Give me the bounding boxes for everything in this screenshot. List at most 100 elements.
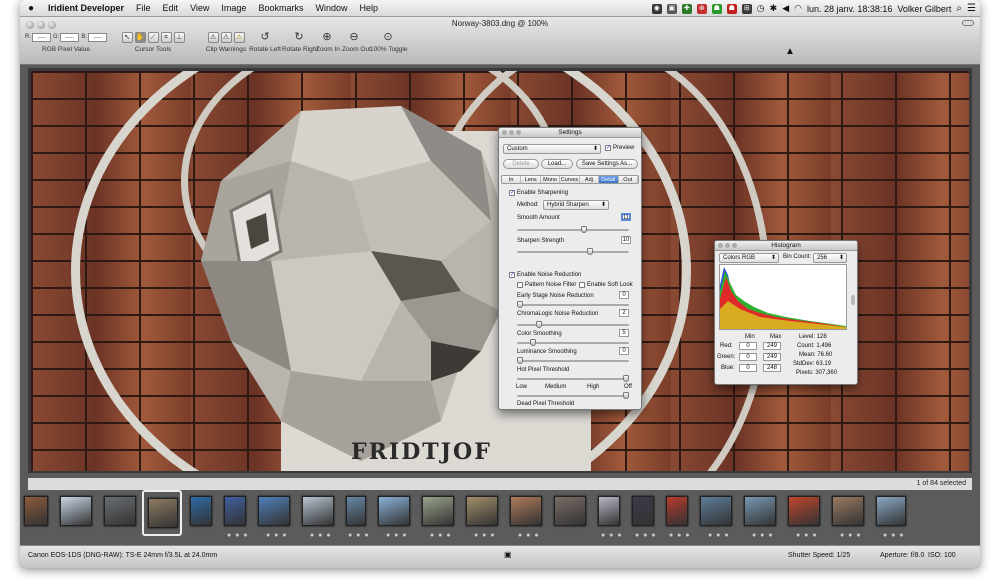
rotate-left-button[interactable]: ↺ Rotate Left <box>248 30 282 53</box>
status-icon-4[interactable]: ⊛ <box>696 3 707 14</box>
save-settings-button[interactable]: Save Settings As... <box>576 159 638 169</box>
rotate-right-button[interactable]: ↻ Rotate Right <box>282 30 318 53</box>
filmstrip-thumbnail[interactable] <box>744 496 776 526</box>
preview-checkbox[interactable]: ✓ Preview <box>605 145 634 151</box>
filmstrip[interactable]: ● ● ● ● ● ● ● ● ● ● ● ● ● ● ● ● ● ● ● ● ● ● ● ●… <box>20 490 980 545</box>
filmstrip-thumbnail[interactable] <box>510 496 542 526</box>
spotlight-search-icon[interactable]: ⌕ <box>956 3 962 14</box>
histogram-graph[interactable] <box>719 264 847 330</box>
slider-knob[interactable] <box>517 301 523 308</box>
soft-look-checkbox[interactable]: Enable Soft Look <box>579 282 633 288</box>
chromalogic-slider[interactable] <box>517 321 629 328</box>
apple-icon[interactable]: ● <box>20 3 42 14</box>
menu-bookmarks[interactable]: Bookmarks <box>252 0 309 17</box>
histogram-title-bar[interactable]: Histogram <box>715 241 857 251</box>
filmstrip-thumbnail[interactable] <box>378 496 410 526</box>
menu-edit[interactable]: Edit <box>157 0 185 17</box>
menu-clock[interactable]: lun. 28 janv. 18:38:16 <box>807 4 892 14</box>
menu-window[interactable]: Window <box>309 0 353 17</box>
panel-minimize-button[interactable] <box>509 130 514 135</box>
early-stage-slider[interactable] <box>517 301 629 308</box>
filmstrip-thumbnail[interactable] <box>104 496 136 526</box>
preset-select[interactable]: Custom <box>503 144 601 154</box>
slider-knob[interactable] <box>517 357 523 364</box>
menu-file[interactable]: File <box>130 0 157 17</box>
luminance-smoothing-field[interactable]: 0 <box>619 347 629 355</box>
slider-knob[interactable] <box>580 226 587 233</box>
menu-image[interactable]: Image <box>215 0 252 17</box>
tab-adj[interactable]: Adj <box>579 176 600 183</box>
time-machine-icon[interactable]: ◷ <box>757 3 765 14</box>
eyedropper-icon[interactable]: ⟋ <box>147 31 159 43</box>
tab-in[interactable]: In <box>502 176 522 183</box>
chromalogic-field[interactable]: 2 <box>619 309 629 317</box>
load-button[interactable]: Load... <box>541 159 573 169</box>
tab-out[interactable]: Out <box>618 176 638 183</box>
panel-minimize-button[interactable] <box>725 243 730 248</box>
histogram-scroll-handle[interactable] <box>851 295 855 305</box>
filmstrip-thumbnail[interactable] <box>632 496 654 526</box>
filmstrip-thumbnail[interactable] <box>148 498 178 528</box>
crop-icon[interactable]: ⌗ <box>160 31 172 43</box>
filmstrip-thumbnail[interactable] <box>422 496 454 526</box>
status-icon-1[interactable]: ◉ <box>651 3 662 14</box>
settings-title-bar[interactable]: Settings <box>499 128 641 138</box>
menu-view[interactable]: View <box>184 0 215 17</box>
filmstrip-thumbnail[interactable] <box>302 496 334 526</box>
filmstrip-thumbnail[interactable] <box>346 496 366 526</box>
histogram-mode-select[interactable]: Colors RGB <box>719 253 779 263</box>
enable-noise-reduction-checkbox[interactable]: ✓ Enable Noise Reduction <box>509 272 581 278</box>
filmstrip-thumbnail[interactable] <box>832 496 864 526</box>
color-smoothing-field[interactable]: 5 <box>619 329 629 337</box>
toggle-100-button[interactable]: ⊙ 100% Toggle <box>370 30 407 53</box>
wifi-icon[interactable]: ◠ <box>794 3 802 14</box>
filmstrip-thumbnail[interactable] <box>788 496 820 526</box>
filmstrip-thumbnail[interactable] <box>876 496 906 526</box>
status-icon-7[interactable]: ⊞ <box>741 3 752 14</box>
bluetooth-icon[interactable]: ✱ <box>770 3 778 14</box>
method-select[interactable]: Hybrid Sharpen <box>543 200 609 210</box>
bin-count-select[interactable]: 256 <box>813 253 847 263</box>
clip-warning-shadow-icon[interactable]: ⚠ <box>207 31 219 43</box>
panel-zoom-button[interactable] <box>516 130 521 135</box>
straighten-icon[interactable]: ⊥ <box>173 31 185 43</box>
tab-detail[interactable]: Detail <box>599 176 619 183</box>
status-icon-3[interactable]: ✚ <box>681 3 692 14</box>
filmstrip-thumbnail[interactable] <box>466 496 498 526</box>
dead-pixel-slider[interactable] <box>517 392 629 399</box>
smooth-amount-slider[interactable] <box>517 226 629 233</box>
slider-knob[interactable] <box>536 321 543 328</box>
sharpen-strength-slider[interactable] <box>517 248 629 255</box>
status-icon-6[interactable]: ☗ <box>726 3 737 14</box>
filmstrip-thumbnail[interactable] <box>598 496 620 526</box>
color-smoothing-slider[interactable] <box>517 339 629 346</box>
info-toggle-icon[interactable]: ▣ <box>504 550 512 559</box>
menu-app[interactable]: Iridient Developer <box>42 0 130 17</box>
hot-pixel-slider[interactable] <box>517 375 629 382</box>
zoom-out-button[interactable]: ⊖ Zoom Out <box>342 30 371 53</box>
filmstrip-thumbnail[interactable] <box>666 496 688 526</box>
tab-lens[interactable]: Lens <box>521 176 541 183</box>
arrow-cursor-icon[interactable]: ↖ <box>121 31 133 43</box>
filmstrip-thumbnail[interactable] <box>258 496 290 526</box>
volume-icon[interactable]: ◀ <box>782 3 789 14</box>
notification-list-icon[interactable]: ☰ <box>967 3 976 14</box>
sharpen-strength-field[interactable]: 10 <box>621 236 631 244</box>
zoom-in-button[interactable]: ⊕ Zoom In <box>316 30 340 53</box>
status-icon-2[interactable]: ▣ <box>666 3 677 14</box>
enable-sharpening-checkbox[interactable]: ✓ Enable Sharpening <box>509 190 568 196</box>
clip-warning-highlight-icon[interactable]: ⚠ <box>233 31 245 43</box>
luminance-smoothing-slider[interactable] <box>517 357 629 364</box>
delete-button[interactable]: Delete <box>503 159 539 169</box>
filmstrip-thumbnail[interactable] <box>224 496 246 526</box>
menu-user[interactable]: Volker Gilbert <box>897 4 951 14</box>
slider-knob[interactable] <box>623 375 629 382</box>
menu-help[interactable]: Help <box>353 0 384 17</box>
clip-warning-mid-icon[interactable]: ⚠ <box>220 31 232 43</box>
panel-close-button[interactable] <box>502 130 507 135</box>
panel-zoom-button[interactable] <box>732 243 737 248</box>
filmstrip-thumbnail[interactable] <box>554 496 586 526</box>
hand-cursor-icon[interactable]: ✋ <box>134 31 146 43</box>
filmstrip-thumbnail[interactable] <box>700 496 732 526</box>
filmstrip-thumbnail[interactable] <box>60 496 92 526</box>
